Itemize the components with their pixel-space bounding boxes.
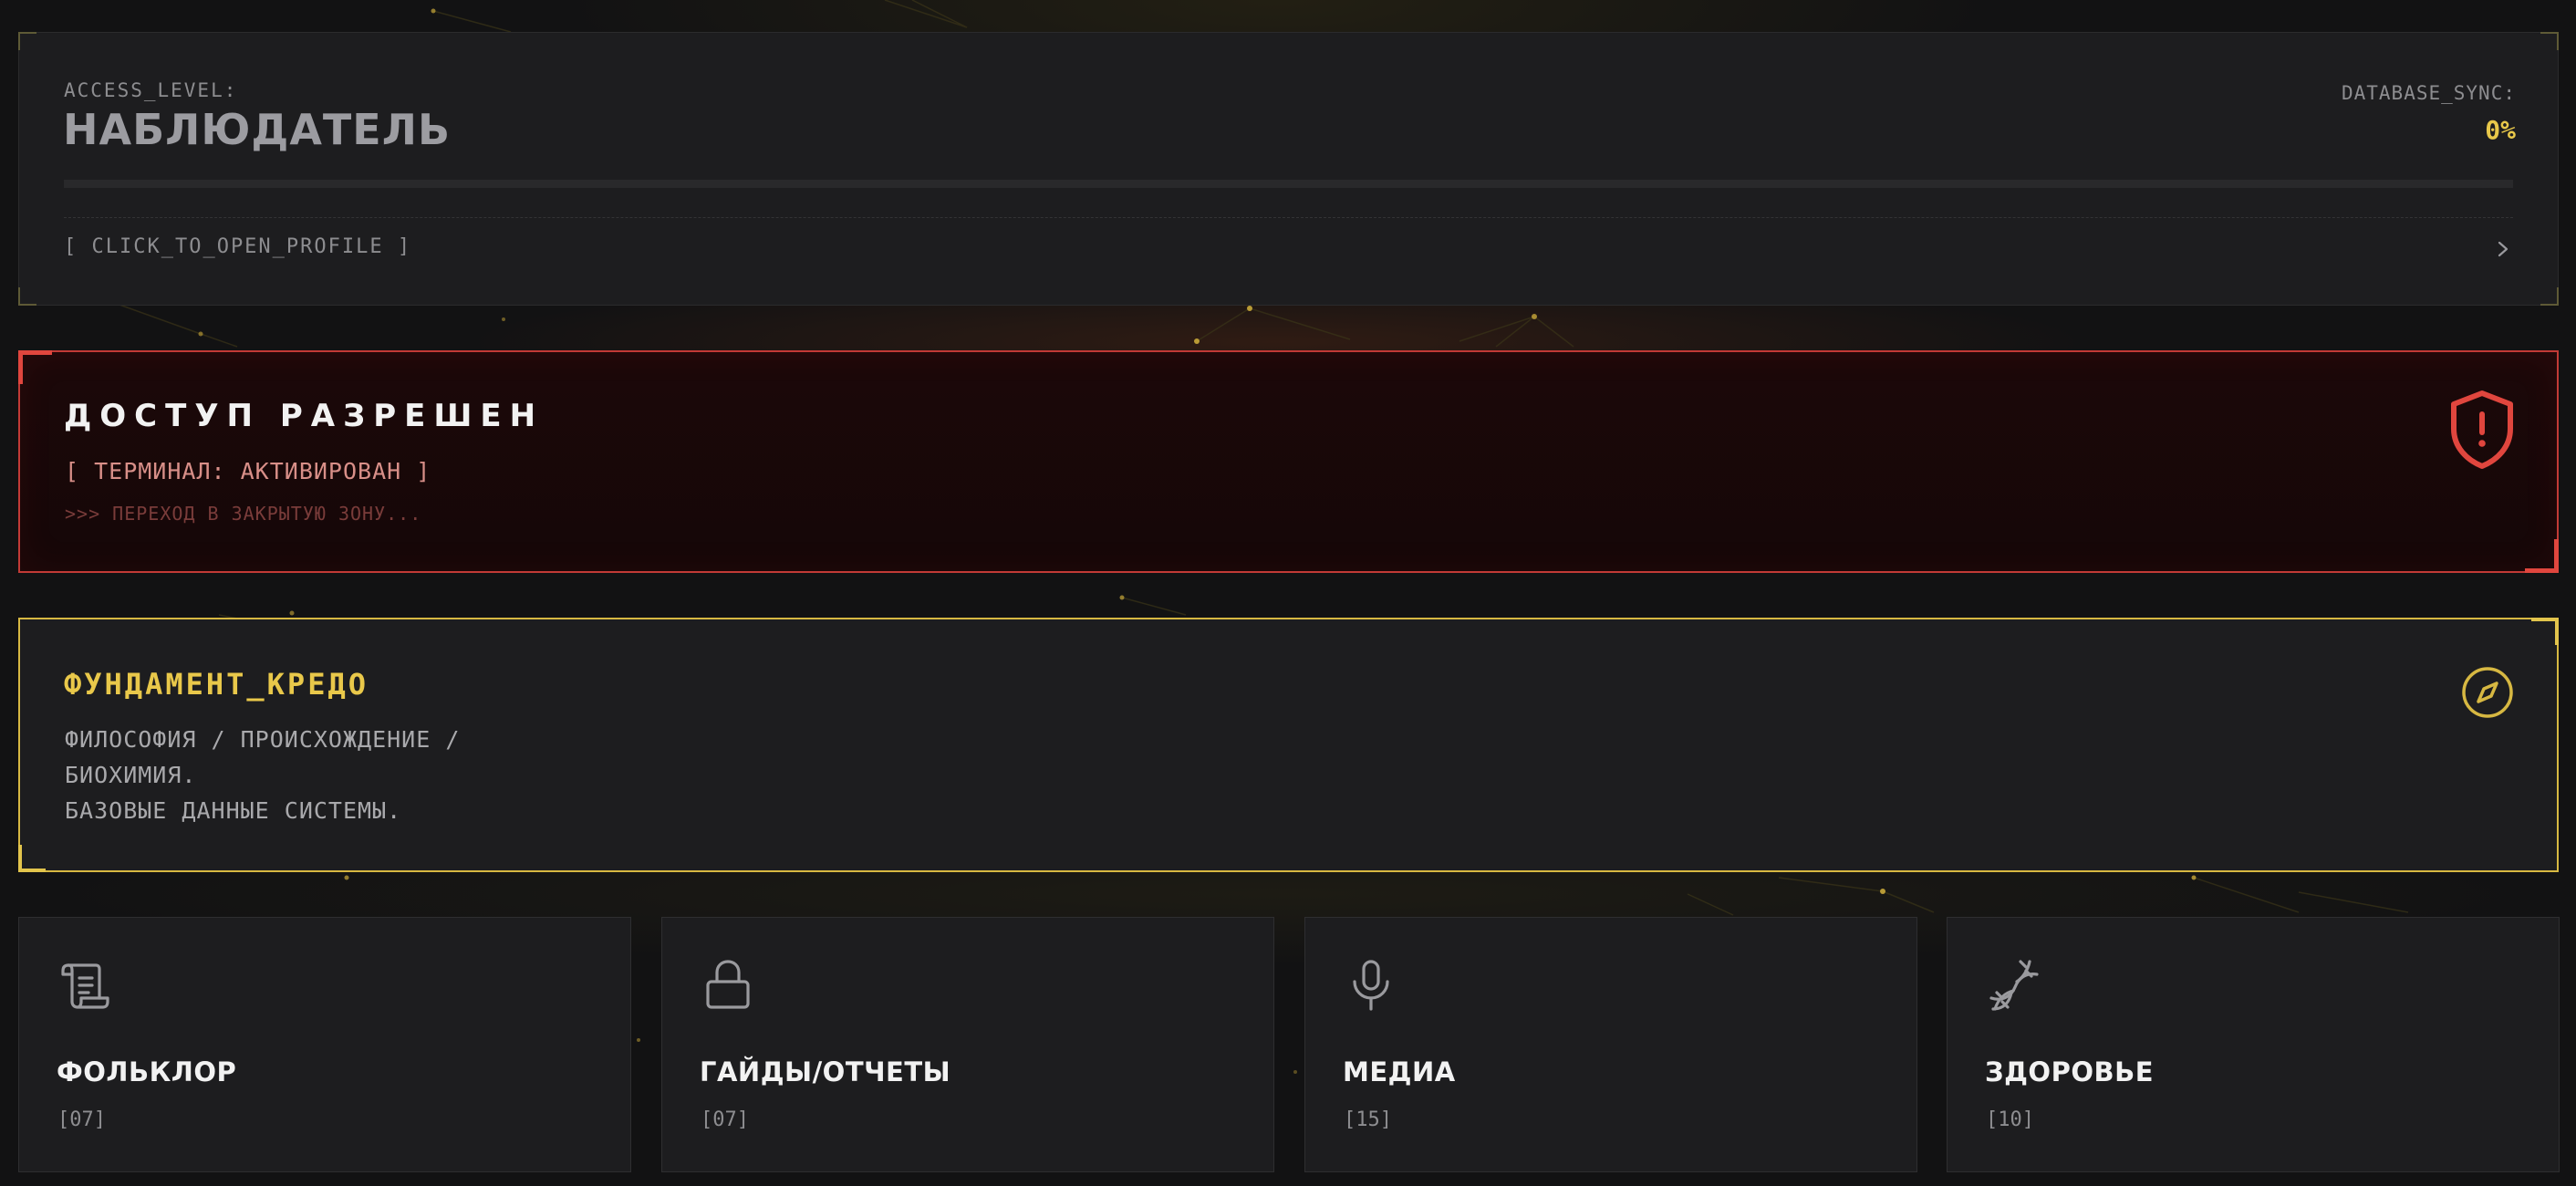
shield-alert-icon	[2451, 390, 2513, 469]
category-card-folklore[interactable]: ФОЛЬКЛОР [07]	[18, 917, 631, 1172]
category-count: [10]	[1986, 1108, 2034, 1131]
category-count: [07]	[57, 1108, 106, 1131]
scroll-icon	[61, 963, 109, 1009]
category-title: ЗДОРОВЬЕ	[1985, 1056, 2155, 1087]
credo-description-line: ФИЛОСОФИЯ / ПРОИСХОЖДЕНИЕ /	[65, 726, 461, 753]
credo-description-line: БИОХИМИЯ.	[65, 762, 197, 788]
corner-bracket	[2531, 618, 2559, 645]
terminal-status: [ ТЕРМИНАЛ: АКТИВИРОВАН ]	[65, 458, 431, 484]
credo-title: ФУНДАМЕНТ_КРЕДО	[64, 667, 369, 702]
access-level-label: ACCESS_LEVEL:	[64, 79, 238, 101]
compass-icon	[2462, 667, 2513, 718]
category-title: МЕДИА	[1343, 1056, 1456, 1087]
dna-icon	[1989, 960, 2039, 1011]
category-count: [07]	[701, 1108, 749, 1131]
access-granted-panel[interactable]: ДОСТУП РАЗРЕШЕН [ ТЕРМИНАЛ: АКТИВИРОВАН …	[18, 350, 2559, 573]
database-sync-value: 0%	[2485, 115, 2516, 145]
credo-panel[interactable]: ФУНДАМЕНТ_КРЕДО ФИЛОСОФИЯ / ПРОИСХОЖДЕНИ…	[18, 618, 2559, 872]
database-sync-label: DATABASE_SYNC:	[2341, 82, 2516, 104]
divider	[64, 217, 2513, 218]
profile-panel[interactable]: ACCESS_LEVEL: НАБЛЮДАТЕЛЬ DATABASE_SYNC:…	[18, 32, 2559, 306]
corner-bracket	[18, 845, 46, 872]
category-title: ГАЙДЫ/ОТЧЕТЫ	[700, 1056, 951, 1087]
corner-bracket	[2540, 32, 2559, 50]
corner-bracket	[18, 350, 52, 384]
category-title: ФОЛЬКЛОР	[57, 1056, 237, 1087]
category-card-guides-reports[interactable]: ГАЙДЫ/ОТЧЕТЫ [07]	[661, 917, 1274, 1172]
lock-icon	[706, 960, 750, 1009]
credo-description-line: БАЗОВЫЕ ДАННЫЕ СИСТЕМЫ.	[65, 797, 402, 824]
corner-bracket	[2525, 539, 2559, 573]
category-card-media[interactable]: МЕДИА [15]	[1304, 917, 1917, 1172]
category-card-health[interactable]: ЗДОРОВЬЕ [10]	[1947, 917, 2560, 1172]
sync-progress-bar	[64, 180, 2513, 188]
corner-bracket	[18, 287, 36, 306]
chevron-right-icon[interactable]	[2492, 235, 2514, 263]
transition-hint: >>> ПЕРЕХОД В ЗАКРЫТУЮ ЗОНУ...	[65, 503, 422, 525]
microphone-icon	[1353, 960, 1389, 1011]
access-level-value: НАБЛЮДАТЕЛЬ	[63, 105, 451, 154]
corner-bracket	[18, 32, 36, 50]
access-title: ДОСТУП РАЗРЕШЕН	[64, 398, 545, 434]
corner-bracket	[2540, 287, 2559, 306]
open-profile-link[interactable]: [ CLICK_TO_OPEN_PROFILE ]	[64, 235, 411, 258]
category-count: [15]	[1344, 1108, 1392, 1131]
